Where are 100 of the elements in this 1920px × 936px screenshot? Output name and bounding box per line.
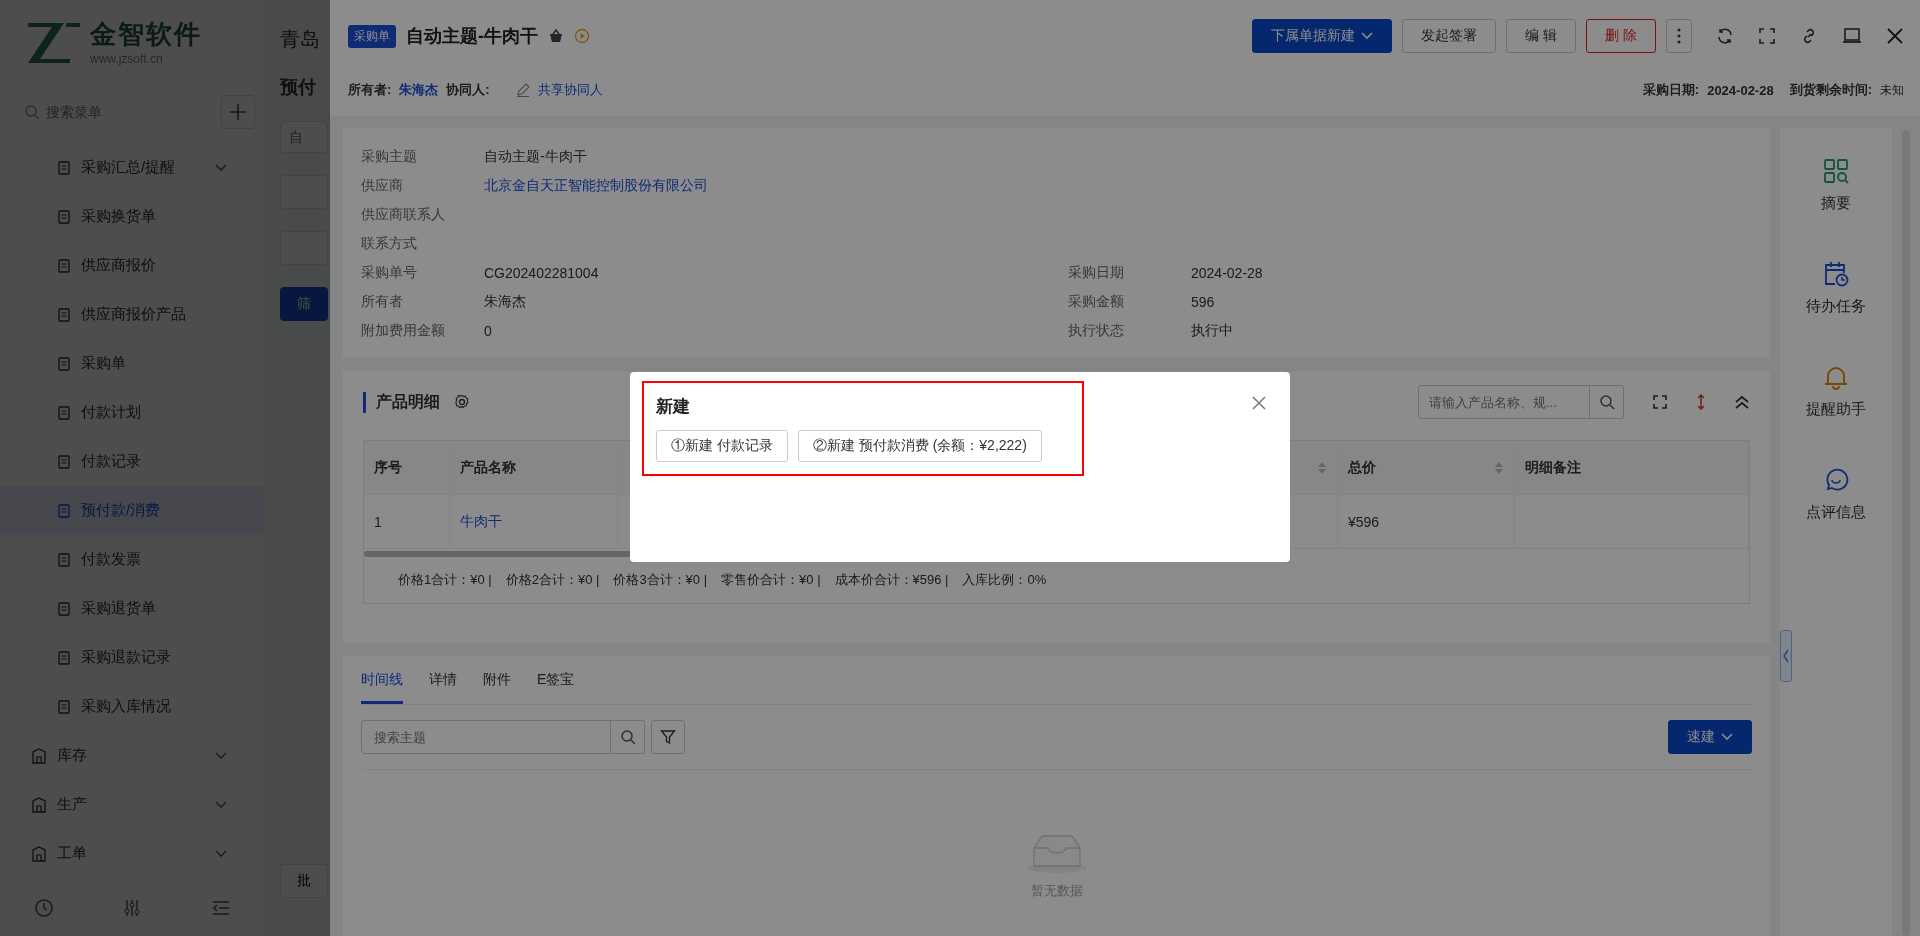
column-header: 产品名称 bbox=[460, 458, 516, 477]
chevron-left-icon bbox=[1783, 649, 1789, 663]
chevron-down-icon bbox=[215, 849, 227, 858]
field-value: CG202402281004 bbox=[484, 264, 600, 281]
field-label: 供应商 bbox=[361, 176, 404, 195]
search-button[interactable] bbox=[1590, 385, 1624, 419]
quick-create-button[interactable]: 速建 bbox=[1668, 720, 1752, 754]
field-label: 采购单号 bbox=[361, 263, 418, 282]
calendar-clock-icon bbox=[1823, 261, 1849, 287]
close-icon[interactable] bbox=[1886, 27, 1904, 45]
collapse-handle[interactable] bbox=[1780, 630, 1792, 682]
action-button[interactable]: 编 辑 bbox=[1506, 19, 1577, 53]
menu-item[interactable]: 付款发票 bbox=[0, 535, 265, 585]
menu-item[interactable]: 采购退货单 bbox=[0, 584, 265, 634]
menu-item[interactable]: 付款记录 bbox=[0, 437, 265, 487]
document-icon bbox=[57, 601, 71, 616]
side-panel-label: 提醒助手 bbox=[1806, 400, 1866, 419]
grid-search-icon bbox=[1823, 158, 1849, 184]
more-vertical-icon bbox=[1677, 28, 1681, 44]
tab[interactable]: 时间线 bbox=[361, 671, 403, 704]
menu-item[interactable]: 供应商报价产品 bbox=[0, 290, 265, 340]
side-panel-item[interactable]: 提醒助手 bbox=[1806, 364, 1866, 419]
play-circle-icon[interactable] bbox=[574, 28, 590, 44]
chevron-down-icon bbox=[215, 800, 227, 809]
fullscreen-icon[interactable] bbox=[1652, 394, 1668, 410]
side-panel-item[interactable]: 点评信息 bbox=[1806, 467, 1866, 522]
action-button[interactable]: 发起签署 bbox=[1402, 19, 1497, 53]
vertical-arrows-icon[interactable] bbox=[1696, 393, 1706, 411]
basket-icon[interactable] bbox=[548, 28, 564, 44]
total-summary: 成本价合计：¥596 | bbox=[834, 571, 949, 589]
topic-search-field[interactable]: 搜索主题 bbox=[361, 720, 611, 754]
document-icon bbox=[57, 552, 71, 567]
search-icon bbox=[24, 104, 40, 121]
menu-item[interactable]: 采购换货单 bbox=[0, 192, 265, 242]
document-icon bbox=[57, 699, 71, 714]
create-option-button[interactable]: ①新建 付款记录 bbox=[656, 430, 788, 462]
share-collaborator-link[interactable]: 共享协同人 bbox=[537, 81, 603, 99]
drawer-title: 自动主题-牛肉干 bbox=[406, 25, 538, 48]
field-label: 供应商联系人 bbox=[361, 205, 446, 224]
field-value: 执行中 bbox=[1191, 321, 1234, 340]
field-value: 596 bbox=[1191, 293, 1216, 310]
document-icon bbox=[57, 454, 71, 469]
menu-item[interactable]: 付款计划 bbox=[0, 388, 265, 438]
menu-item[interactable]: 库存 bbox=[0, 731, 265, 781]
page-title: 预付 bbox=[280, 76, 316, 99]
field-value: 0 bbox=[484, 322, 493, 339]
delete-button[interactable]: 删 除 bbox=[1586, 19, 1656, 53]
owner-name[interactable]: 朱海杰 bbox=[399, 81, 439, 99]
tab[interactable]: 详情 bbox=[429, 671, 457, 704]
side-panel-item[interactable]: 待办任务 bbox=[1806, 261, 1866, 316]
field-value: 自动主题-牛肉干 bbox=[484, 147, 588, 166]
side-panel-label: 摘要 bbox=[1821, 194, 1851, 213]
side-panel-label: 待办任务 bbox=[1806, 297, 1866, 316]
bell-icon bbox=[1823, 364, 1849, 390]
side-panel-item[interactable]: 摘要 bbox=[1821, 158, 1851, 213]
field-label: 采购日期 bbox=[1068, 263, 1125, 282]
tab[interactable]: E签宝 bbox=[537, 671, 575, 704]
purchase-date: 2024-02-28 bbox=[1707, 82, 1774, 98]
total-summary: 价格3合计：¥0 | bbox=[613, 571, 708, 589]
document-icon bbox=[57, 650, 71, 665]
field-value: 2024-02-28 bbox=[1191, 264, 1264, 281]
action-button[interactable]: 下属单据新建 bbox=[1252, 19, 1393, 53]
filter-button[interactable] bbox=[651, 720, 685, 754]
building-icon bbox=[31, 845, 47, 862]
history-icon[interactable] bbox=[34, 897, 55, 918]
search-icon bbox=[619, 729, 636, 745]
document-icon bbox=[57, 503, 71, 518]
menu-item[interactable]: 生产 bbox=[0, 780, 265, 830]
plus-icon bbox=[229, 103, 247, 122]
company-name: 青岛 bbox=[280, 27, 320, 52]
tab[interactable]: 附件 bbox=[483, 671, 511, 704]
refresh-icon[interactable] bbox=[1716, 27, 1734, 45]
section-title: 产品明细 bbox=[363, 391, 440, 413]
chat-bubble-icon bbox=[1823, 467, 1849, 493]
supplier-link[interactable]: 北京金自天正智能控制股份有限公司 bbox=[484, 176, 1068, 195]
document-icon bbox=[57, 209, 71, 224]
close-icon[interactable] bbox=[1252, 396, 1266, 410]
sliders-icon[interactable] bbox=[122, 897, 143, 918]
double-chevron-up-icon[interactable] bbox=[1734, 394, 1750, 410]
menu-item[interactable]: 供应商报价 bbox=[0, 241, 265, 291]
remaining-time: 未知 bbox=[1880, 81, 1904, 99]
fullscreen-icon[interactable] bbox=[1758, 27, 1776, 45]
field-label: 附加费用金额 bbox=[361, 321, 446, 340]
chevron-down-icon bbox=[1721, 733, 1733, 741]
product-search-field[interactable]: 请输入产品名称、规... bbox=[1418, 385, 1590, 419]
product-link[interactable]: 牛肉干 bbox=[460, 512, 502, 531]
menu-item[interactable]: 采购单 bbox=[0, 339, 265, 389]
menu-item[interactable]: 工单 bbox=[0, 829, 265, 879]
remaining-time-label: 到货剩余时间: bbox=[1789, 81, 1872, 99]
create-option-button[interactable]: ②新建 预付款消费 (余额：¥2,222) bbox=[797, 430, 1042, 462]
settings-icon[interactable] bbox=[454, 394, 470, 410]
filter-icon bbox=[660, 729, 676, 745]
dialog-title: 新建 bbox=[656, 396, 691, 418]
menu-item[interactable]: 采购汇总/提醒 bbox=[0, 143, 265, 193]
menu-item[interactable]: 采购退款记录 bbox=[0, 633, 265, 683]
laptop-icon[interactable] bbox=[1842, 27, 1862, 45]
search-button[interactable] bbox=[611, 720, 645, 754]
menu-item[interactable]: 采购入库情况 bbox=[0, 682, 265, 732]
batch-button[interactable]: 批 bbox=[280, 864, 328, 898]
field-label: 执行状态 bbox=[1068, 321, 1125, 340]
